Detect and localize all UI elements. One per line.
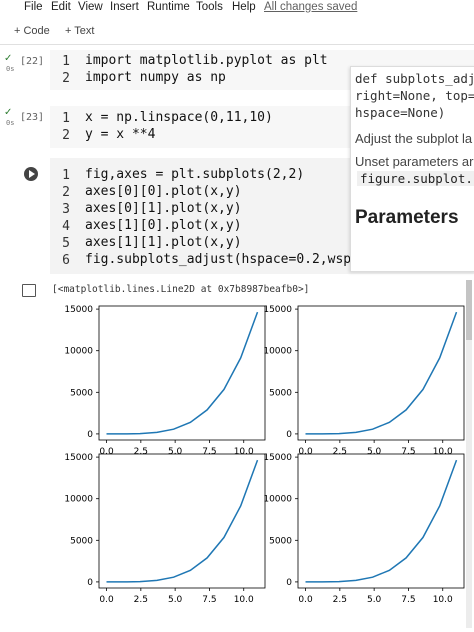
y-tick-label: 0: [87, 578, 93, 588]
x-tick-label: 10.0: [234, 595, 254, 605]
y-tick-label: 15000: [263, 453, 292, 463]
line-number: 1: [62, 54, 70, 69]
tooltip-heading: Parameters: [355, 207, 459, 228]
plot-axes-frame: [297, 305, 465, 441]
x-tick-label: 5.0: [367, 595, 382, 605]
y-tick-label: 10000: [64, 495, 93, 505]
menu-help[interactable]: Help: [232, 1, 256, 13]
tooltip-code-ref: figure.subplot.: [357, 171, 474, 186]
exec-count-label: [23]: [20, 112, 45, 123]
line-number: 5: [62, 236, 70, 251]
tooltip-signature: def subplots_adju: [355, 71, 474, 86]
code-line[interactable]: axes[1][0].plot(x,y): [85, 218, 242, 233]
tooltip-signature: right=None, top=N: [355, 88, 474, 103]
menu-file[interactable]: File: [24, 1, 43, 13]
x-tick-label: 7.5: [401, 595, 415, 605]
line-number: 2: [62, 128, 70, 143]
x-tick-label: 10.0: [433, 595, 453, 605]
output-text: [<matplotlib.lines.Line2D at 0x7b8987bea…: [52, 284, 310, 295]
x-tick-label: 2.5: [134, 595, 148, 605]
line-number: 6: [62, 253, 70, 268]
output-scrollbar[interactable]: [466, 280, 472, 628]
y-tick-label: 5000: [269, 388, 292, 398]
menu-insert[interactable]: Insert: [110, 1, 139, 13]
y-tick-label: 5000: [269, 536, 292, 546]
x-tick-label: 2.5: [333, 595, 347, 605]
x-tick-label: 0.0: [298, 595, 313, 605]
output-actions-icon[interactable]: [22, 284, 36, 297]
menu-edit[interactable]: Edit: [51, 1, 71, 13]
line-number: 1: [62, 168, 70, 183]
menu-bar: File Edit View Insert Runtime Tools Help…: [0, 0, 474, 16]
y-tick-label: 5000: [70, 536, 93, 546]
y-tick-label: 5000: [70, 388, 93, 398]
toolbar-divider: [0, 44, 474, 45]
tooltip-description: Adjust the subplot la: [355, 131, 473, 146]
tooltip-signature: hspace=None): [355, 105, 446, 120]
x-tick-label: 7.5: [202, 595, 216, 605]
y-tick-label: 15000: [263, 305, 292, 315]
menu-view[interactable]: View: [78, 1, 103, 13]
y-tick-label: 10000: [263, 347, 292, 357]
plot-axes-frame: [98, 305, 266, 441]
success-check-icon: ✓: [4, 53, 13, 64]
run-cell-button[interactable]: [24, 167, 38, 181]
success-check-icon: ✓: [4, 107, 13, 118]
add-code-button[interactable]: + Code: [14, 25, 50, 37]
code-line[interactable]: import numpy as np: [85, 70, 226, 85]
code-line[interactable]: axes[0][0].plot(x,y): [85, 184, 242, 199]
y-tick-label: 0: [87, 430, 93, 440]
plot-axes-frame: [98, 453, 266, 589]
code-line-active[interactable]: fig.subplots_adjust(hspace=0.2,wspac): [85, 252, 375, 267]
scrollbar-thumb[interactable]: [466, 280, 472, 340]
x-tick-label: 5.0: [168, 595, 183, 605]
y-tick-label: 10000: [64, 347, 93, 357]
y-tick-label: 10000: [263, 495, 292, 505]
subplots-figure: 0.0 2.5 5.0 7.5 10.0 0 5000 10000 15000 0.0 2.5 5.0…: [64, 305, 465, 605]
tooltip-unset-note: Unset parameters ar: [355, 154, 474, 169]
line-number: 2: [62, 71, 70, 86]
add-text-button[interactable]: + Text: [65, 25, 94, 37]
code-line[interactable]: import matplotlib.pyplot as plt: [85, 53, 328, 68]
code-line[interactable]: fig,axes = plt.subplots(2,2): [85, 167, 304, 182]
y-tick-label: 0: [286, 578, 292, 588]
menu-tools[interactable]: Tools: [196, 1, 223, 13]
line-number: 1: [62, 111, 70, 126]
x-tick-label: 0.0: [99, 595, 114, 605]
exec-time-label: 0s: [6, 65, 15, 73]
y-tick-label: 0: [286, 430, 292, 440]
exec-count-label: [22]: [20, 56, 45, 67]
exec-time-label: 0s: [6, 119, 15, 127]
code-line[interactable]: x = np.linspace(0,11,10): [85, 110, 273, 125]
y-tick-label: 15000: [64, 453, 93, 463]
toolbar: + Code + Text: [0, 22, 474, 42]
line-number: 2: [62, 185, 70, 200]
plot-axes-frame: [297, 453, 465, 589]
code-line[interactable]: axes[0][1].plot(x,y): [85, 201, 242, 216]
save-status-link[interactable]: All changes saved: [264, 1, 357, 13]
line-number: 4: [62, 219, 70, 234]
y-tick-label: 15000: [64, 305, 93, 315]
code-line[interactable]: y = x **4: [85, 127, 155, 142]
docstring-tooltip: def subplots_adju right=None, top=N hspa…: [350, 66, 474, 272]
line-number: 3: [62, 202, 70, 217]
code-line[interactable]: axes[1][1].plot(x,y): [85, 235, 242, 250]
menu-runtime[interactable]: Runtime: [147, 1, 190, 13]
